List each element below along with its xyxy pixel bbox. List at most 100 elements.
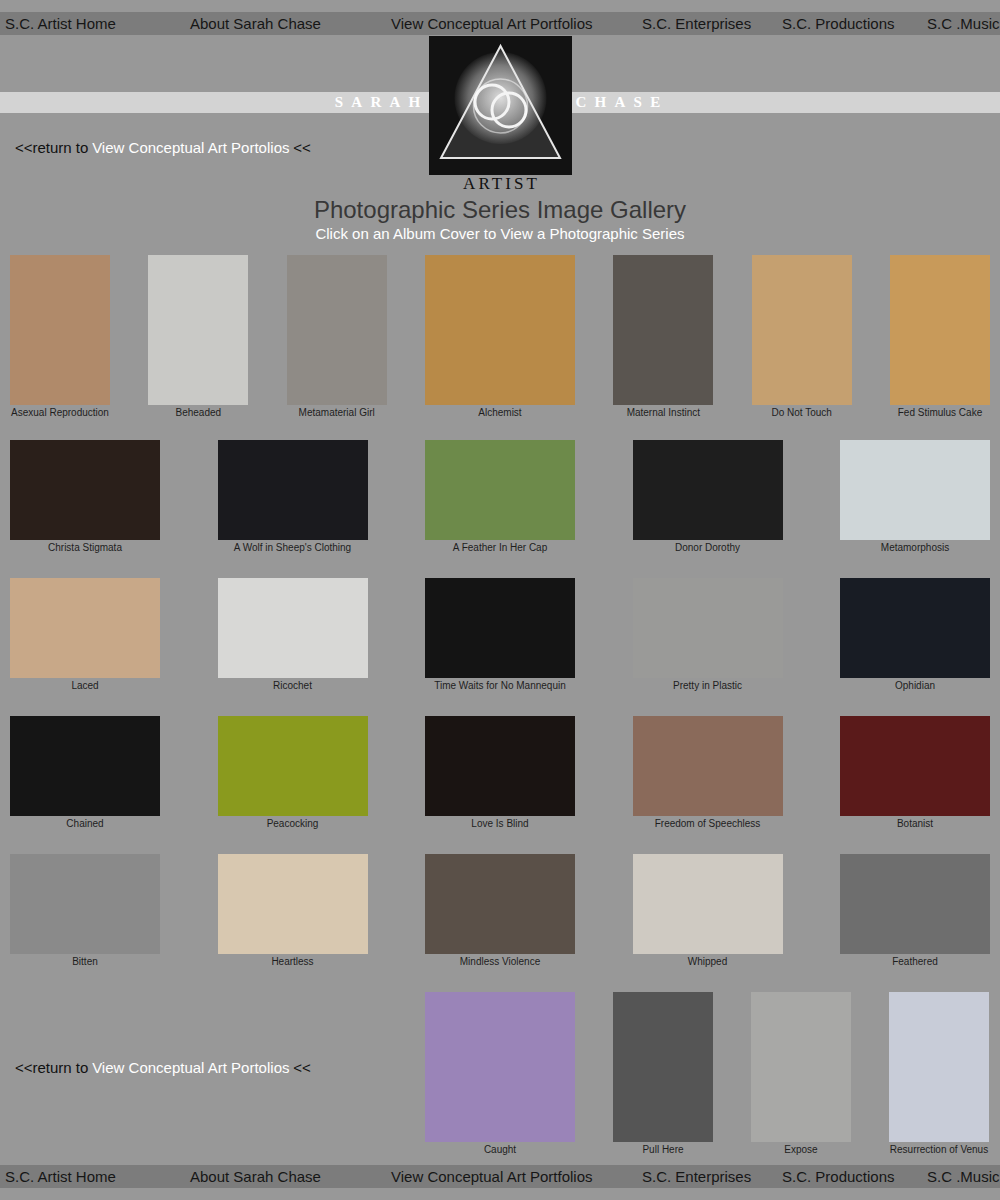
nav-link[interactable]: About Sarah Chase [190,1165,391,1188]
series-album[interactable]: Chained [10,716,160,830]
album-cover[interactable] [425,854,575,954]
album-cover[interactable] [840,440,990,540]
series-album[interactable]: Whipped [633,854,783,968]
album-caption[interactable]: Asexual Reproduction [11,407,109,419]
album-caption[interactable]: Love Is Blind [471,818,528,830]
album-caption[interactable]: Christa Stigmata [48,542,122,554]
series-album[interactable]: Expose [751,992,851,1156]
album-cover[interactable] [840,578,990,678]
series-album[interactable]: Time Waits for No Mannequin [425,578,575,692]
album-caption[interactable]: Pretty in Plastic [673,680,742,692]
album-caption[interactable]: Pull Here [642,1144,683,1156]
nav-link[interactable]: View Conceptual Art Portfolios [391,12,642,35]
album-cover[interactable] [840,716,990,816]
series-album[interactable]: Laced [10,578,160,692]
series-album[interactable]: Do Not Touch [752,255,852,419]
album-caption[interactable]: Metamaterial Girl [299,407,375,419]
album-caption[interactable]: Whipped [688,956,727,968]
series-album[interactable]: Metamaterial Girl [287,255,387,419]
album-caption[interactable]: Metamorphosis [881,542,949,554]
series-album[interactable]: Freedom of Speechless [633,716,783,830]
series-album[interactable]: Heartless [218,854,368,968]
album-caption[interactable]: Beheaded [176,407,222,419]
album-cover[interactable] [633,854,783,954]
album-caption[interactable]: Bitten [72,956,98,968]
album-caption[interactable]: Time Waits for No Mannequin [434,680,566,692]
album-caption[interactable]: Feathered [892,956,938,968]
series-album[interactable]: Pull Here [613,992,713,1156]
album-cover[interactable] [10,440,160,540]
album-cover[interactable] [425,716,575,816]
album-caption[interactable]: Ricochet [273,680,312,692]
nav-link[interactable]: S.C. Productions [782,1165,927,1188]
album-cover[interactable] [752,255,852,405]
album-caption[interactable]: Ophidian [895,680,935,692]
album-caption[interactable]: Peacocking [267,818,319,830]
album-caption[interactable]: Donor Dorothy [675,542,740,554]
album-cover[interactable] [840,854,990,954]
album-cover[interactable] [148,255,248,405]
album-cover[interactable] [633,440,783,540]
series-album[interactable]: A Feather In Her Cap [425,440,575,554]
album-cover[interactable] [613,255,713,405]
series-album[interactable]: Christa Stigmata [10,440,160,554]
album-cover[interactable] [633,716,783,816]
album-caption[interactable]: Fed Stimulus Cake [898,407,982,419]
album-cover[interactable] [287,255,387,405]
nav-link[interactable]: S.C. Artist Home [5,1165,190,1188]
album-cover[interactable] [218,716,368,816]
album-cover[interactable] [10,578,160,678]
series-album[interactable]: Mindless Violence [425,854,575,968]
album-caption[interactable]: Laced [71,680,98,692]
nav-link[interactable]: S.C .Music [927,1165,1000,1188]
series-album[interactable]: Alchemist [425,255,575,419]
series-album[interactable]: Maternal Instinct [613,255,713,419]
series-album[interactable]: Beheaded [148,255,248,419]
album-cover[interactable] [218,854,368,954]
album-cover[interactable] [613,992,713,1142]
album-cover[interactable] [425,440,575,540]
album-caption[interactable]: Expose [784,1144,817,1156]
album-cover[interactable] [633,578,783,678]
series-album[interactable]: Peacocking [218,716,368,830]
portfolios-link[interactable]: View Conceptual Art Portolios [92,139,289,156]
album-cover[interactable] [10,854,160,954]
album-caption[interactable]: Do Not Touch [771,407,831,419]
album-cover[interactable] [425,255,575,405]
series-album[interactable]: Resurrection of Venus [889,992,989,1156]
series-album[interactable]: A Wolf in Sheep's Clothing [218,440,368,554]
nav-link[interactable]: S.C. Enterprises [642,12,782,35]
series-album[interactable]: Bitten [10,854,160,968]
series-album[interactable]: Pretty in Plastic [633,578,783,692]
nav-link[interactable]: S.C .Music [927,12,1000,35]
album-caption[interactable]: Resurrection of Venus [890,1144,988,1156]
nav-link[interactable]: View Conceptual Art Portfolios [391,1165,642,1188]
album-caption[interactable]: Chained [66,818,103,830]
album-cover[interactable] [425,992,575,1142]
album-caption[interactable]: A Feather In Her Cap [453,542,548,554]
album-cover[interactable] [751,992,851,1142]
album-caption[interactable]: Mindless Violence [460,956,540,968]
album-caption[interactable]: A Wolf in Sheep's Clothing [234,542,351,554]
series-album[interactable]: Ricochet [218,578,368,692]
album-cover[interactable] [218,578,368,678]
series-album[interactable]: Metamorphosis [840,440,990,554]
album-caption[interactable]: Alchemist [478,407,521,419]
portfolios-link[interactable]: View Conceptual Art Portolios [92,1059,289,1076]
album-caption[interactable]: Maternal Instinct [627,407,700,419]
series-album[interactable]: Ophidian [840,578,990,692]
album-cover[interactable] [890,255,990,405]
nav-link[interactable]: About Sarah Chase [190,12,391,35]
nav-link[interactable]: S.C. Productions [782,12,927,35]
album-caption[interactable]: Freedom of Speechless [655,818,761,830]
album-cover[interactable] [10,716,160,816]
series-album[interactable]: Donor Dorothy [633,440,783,554]
series-album[interactable]: Love Is Blind [425,716,575,830]
series-album[interactable]: Feathered [840,854,990,968]
album-cover[interactable] [218,440,368,540]
album-caption[interactable]: Botanist [897,818,933,830]
album-caption[interactable]: Caught [484,1144,516,1156]
album-cover[interactable] [425,578,575,678]
series-album[interactable]: Fed Stimulus Cake [890,255,990,419]
nav-link[interactable]: S.C. Artist Home [5,12,190,35]
